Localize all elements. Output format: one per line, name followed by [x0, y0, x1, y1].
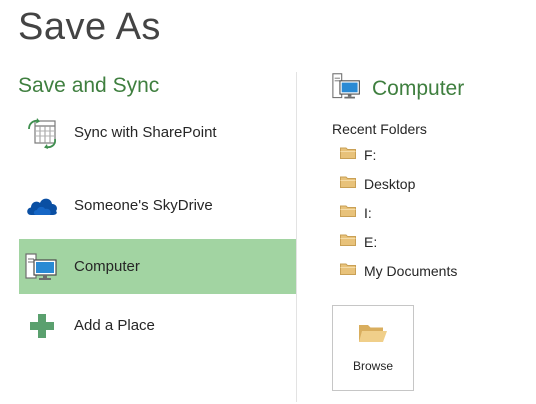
- computer-heading: Computer: [332, 72, 464, 106]
- folder-icon: [340, 146, 356, 164]
- place-item-computer[interactable]: Computer: [19, 239, 296, 294]
- page-title: Save As: [18, 6, 161, 48]
- folder-name: E:: [364, 234, 378, 250]
- recent-folder-item[interactable]: E:: [340, 231, 377, 253]
- place-label-add-a-place: Add a Place: [74, 317, 155, 334]
- open-folder-icon: [358, 322, 388, 349]
- place-item-skydrive[interactable]: Someone's SkyDrive: [19, 178, 296, 233]
- computer-panel: Computer Recent Folders F: Desktop I: E:…: [298, 70, 536, 404]
- computer-heading-label: Computer: [372, 77, 465, 100]
- place-label-skydrive: Someone's SkyDrive: [74, 197, 213, 214]
- browse-button[interactable]: Browse: [332, 305, 414, 391]
- place-item-sync-sharepoint[interactable]: Sync with SharePoint: [19, 105, 296, 160]
- place-label-computer: Computer: [74, 258, 140, 275]
- recent-folder-item[interactable]: Desktop: [340, 173, 415, 195]
- computer-icon: [332, 72, 362, 107]
- folder-icon: [340, 262, 356, 280]
- folder-name: I:: [364, 205, 372, 221]
- folder-icon: [340, 175, 356, 193]
- recent-folder-item[interactable]: My Documents: [340, 260, 457, 282]
- sharepoint-sync-icon: [21, 115, 63, 151]
- skydrive-cloud-icon: [21, 188, 63, 224]
- computer-icon: [21, 249, 63, 285]
- browse-label: Browse: [352, 359, 393, 373]
- places-panel: Save and Sync Sync with SharePoint Someo…: [0, 70, 297, 404]
- folder-name: Desktop: [364, 176, 416, 192]
- place-label-sync-sharepoint: Sync with SharePoint: [74, 124, 217, 141]
- place-item-add-a-place[interactable]: Add a Place: [19, 298, 296, 353]
- column-divider: [296, 72, 297, 402]
- recent-folder-item[interactable]: F:: [340, 144, 376, 166]
- recent-folders-label: Recent Folders: [332, 121, 427, 137]
- folder-name: My Documents: [364, 263, 458, 279]
- folder-icon: [340, 233, 356, 251]
- section-heading-save-and-sync: Save and Sync: [18, 74, 160, 97]
- folder-name: F:: [364, 147, 377, 163]
- recent-folder-item[interactable]: I:: [340, 202, 372, 224]
- plus-icon: [21, 308, 63, 344]
- folder-icon: [340, 204, 356, 222]
